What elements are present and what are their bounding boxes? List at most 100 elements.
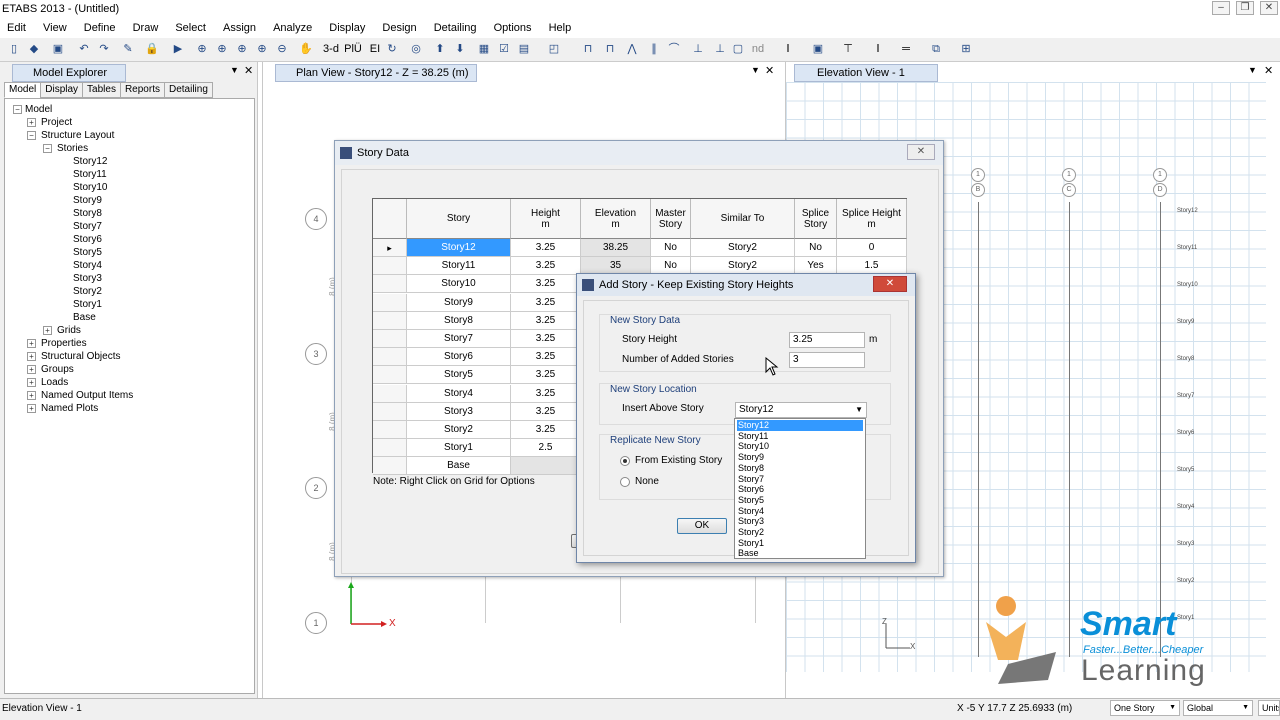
dropdown-option[interactable]: Story6 (737, 484, 863, 495)
perspective-icon[interactable]: ◎ (408, 41, 424, 57)
cell-story[interactable]: Story1 (407, 439, 511, 458)
pan-icon[interactable]: ✋ (298, 41, 314, 57)
menu-edit[interactable]: Edit (0, 18, 33, 38)
cell-height[interactable]: 3.25 (511, 239, 581, 257)
run-icon[interactable]: ▶ (170, 41, 186, 57)
expand-icon[interactable]: + (27, 118, 36, 127)
tree-named-output-items[interactable]: Named Output Items (41, 389, 133, 402)
tree-groups[interactable]: Groups (41, 363, 74, 376)
wall-icon[interactable]: ⌒ (666, 41, 682, 57)
check-icon[interactable]: ☑ (496, 41, 512, 57)
tree-project[interactable]: Project (41, 116, 72, 129)
dropdown-option[interactable]: Story1 (737, 538, 863, 549)
ibeam-icon[interactable]: Ⅰ (870, 41, 886, 57)
expand-icon[interactable]: + (27, 365, 36, 374)
zoom-window-icon[interactable]: ⊕ (194, 41, 210, 57)
tab-tables[interactable]: Tables (82, 82, 121, 98)
cell-height[interactable]: 3.25 (511, 348, 581, 367)
options-icon[interactable]: ⊞ (958, 41, 974, 57)
column-icon[interactable]: ∥ (646, 41, 662, 57)
tree-structural-objects[interactable]: Structural Objects (41, 350, 120, 363)
none-label[interactable]: None (635, 476, 659, 487)
cell-story[interactable]: Story11 (407, 257, 511, 276)
tee-icon[interactable]: ⊤ (840, 41, 856, 57)
menu-assign[interactable]: Assign (216, 18, 263, 38)
cell-story[interactable]: Story12 (407, 239, 511, 257)
tree-story-item[interactable]: Story1 (73, 298, 102, 311)
panel-dropdown-icon[interactable]: ▼ (230, 65, 239, 75)
add-story-ok-button[interactable]: OK (677, 518, 727, 534)
cell-story[interactable]: Story5 (407, 366, 511, 385)
cell-height[interactable]: 3.25 (511, 366, 581, 385)
save-icon[interactable]: ▣ (50, 41, 66, 57)
dialog-close-button[interactable]: ✕ (873, 276, 907, 292)
tree-loads[interactable]: Loads (41, 376, 68, 389)
row-header[interactable] (373, 402, 407, 421)
row-header[interactable] (373, 366, 407, 385)
cell-height[interactable]: 3.25 (511, 257, 581, 276)
cell-height[interactable]: 3.25 (511, 421, 581, 439)
rotate-icon[interactable]: ↻ (384, 41, 400, 57)
tree-story-item[interactable]: Story8 (73, 207, 102, 220)
menu-select[interactable]: Select (168, 18, 213, 38)
insert-above-select[interactable]: Story12 ▼ (735, 402, 867, 418)
lock-icon[interactable]: 🔒 (144, 41, 160, 57)
cell-story[interactable]: Story3 (407, 402, 511, 421)
none-radio[interactable] (620, 477, 630, 487)
from-existing-radio[interactable] (620, 456, 630, 466)
cell-story[interactable]: Story2 (407, 421, 511, 439)
dropdown-option[interactable]: Story11 (737, 431, 863, 442)
row-header[interactable] (373, 384, 407, 403)
row-header[interactable] (373, 275, 407, 294)
cell-height[interactable]: 3.25 (511, 402, 581, 421)
expand-icon[interactable]: + (43, 326, 52, 335)
cell-story[interactable]: Story10 (407, 275, 511, 294)
from-existing-label[interactable]: From Existing Story (635, 455, 722, 466)
plan-view-tab[interactable]: Plan View - Story12 - Z = 38.25 (m) (275, 64, 477, 82)
move-down-icon[interactable]: ⬇ (452, 41, 468, 57)
row-header[interactable]: ▸ (373, 239, 407, 257)
zoom-restore-icon[interactable]: ⊕ (214, 41, 230, 57)
cell-story[interactable]: Story8 (407, 311, 511, 330)
dropdown-option[interactable]: Story12 (737, 420, 863, 431)
tree-story-item[interactable]: Story12 (73, 155, 107, 168)
beam-icon[interactable]: ⊓ (602, 41, 618, 57)
tab-display[interactable]: Display (40, 82, 84, 98)
dropdown-option[interactable]: Story3 (737, 516, 863, 527)
expand-icon[interactable]: + (27, 352, 36, 361)
brace-icon[interactable]: ⋀ (624, 41, 640, 57)
cell-height[interactable] (511, 457, 581, 476)
tree-model[interactable]: Model (25, 103, 52, 116)
tree-stories[interactable]: Stories (57, 142, 88, 155)
dropdown-option[interactable]: Base (737, 548, 863, 559)
redo-icon[interactable]: ↷ (96, 41, 112, 57)
elevation-view-button[interactable]: EI (366, 41, 384, 57)
menu-view[interactable]: View (36, 18, 74, 38)
copy-icon[interactable]: ⧉ (928, 41, 944, 57)
new-file-icon[interactable]: ▯ (6, 41, 22, 57)
dropdown-option[interactable]: Story8 (737, 463, 863, 474)
tab-detailing[interactable]: Detailing (163, 82, 213, 98)
cell-story[interactable]: Story6 (407, 348, 511, 367)
tree-structure-layout[interactable]: Structure Layout (41, 129, 114, 142)
move-up-icon[interactable]: ⬆ (432, 41, 448, 57)
cell-splice-height[interactable]: 0 (837, 239, 907, 257)
collapse-icon[interactable]: − (27, 131, 36, 140)
cell-height[interactable]: 3.25 (511, 384, 581, 403)
tree-grids[interactable]: Grids (57, 324, 81, 337)
row-header[interactable] (373, 439, 407, 458)
collapse-icon[interactable]: − (43, 144, 52, 153)
close-icon[interactable]: ✕ (1260, 1, 1278, 15)
panel-close-icon[interactable]: ✕ (1264, 64, 1273, 77)
cell-height[interactable]: 3.25 (511, 330, 581, 348)
cell-height[interactable]: 3.25 (511, 311, 581, 330)
minimize-icon[interactable]: – (1212, 1, 1230, 15)
model-explorer-tab[interactable]: Model Explorer (12, 64, 126, 82)
tree-story-item[interactable]: Story11 (73, 168, 107, 181)
cell-story[interactable]: Story4 (407, 384, 511, 403)
tree-story-item[interactable]: Story5 (73, 246, 102, 259)
dialog-close-button[interactable]: ✕ (907, 144, 935, 160)
dropdown-option[interactable]: Story9 (737, 452, 863, 463)
open-icon[interactable]: ◆ (26, 41, 42, 57)
box-icon[interactable]: ◰ (546, 41, 562, 57)
